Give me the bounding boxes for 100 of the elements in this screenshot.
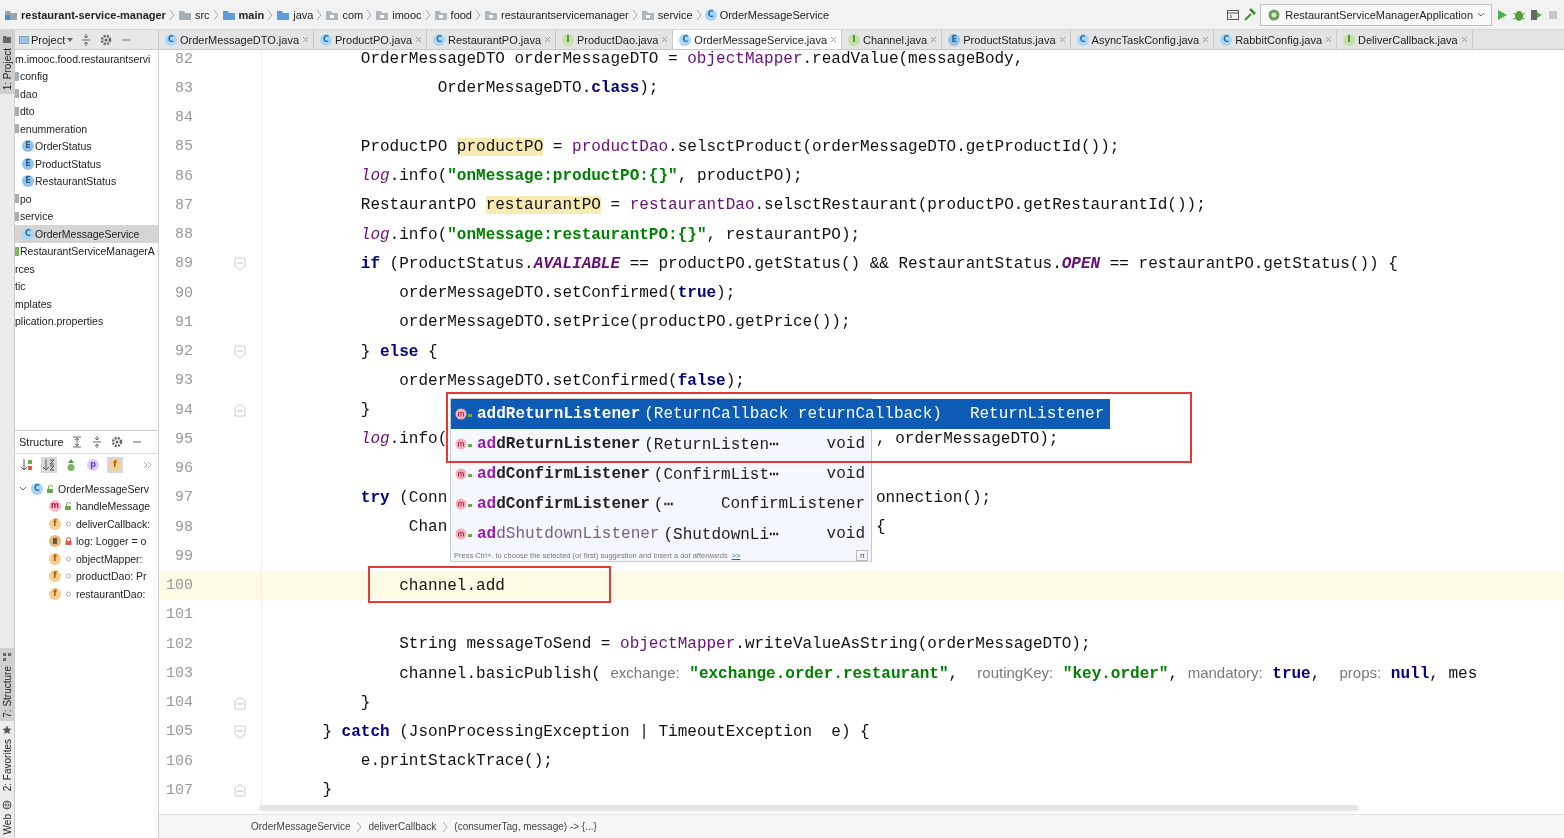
tool-window-tab[interactable]: 7: Structure — [0, 647, 14, 722]
breadcrumb-item[interactable]: restaurant-service-manager — [21, 8, 166, 21]
editor-tab[interactable]: C RabbitConfig.java — [1214, 30, 1337, 49]
structure-item[interactable]: f objectMapper: — [15, 550, 158, 568]
chevron-icon — [316, 8, 323, 21]
filter-toggle[interactable] — [19, 457, 35, 473]
tree-item[interactable]: po — [15, 190, 158, 208]
settings-icon[interactable] — [99, 32, 114, 47]
close-icon[interactable] — [302, 36, 309, 43]
structure-item[interactable]: C OrderMessageServ — [15, 480, 158, 498]
tree-item[interactable]: E RestaurantStatus — [15, 172, 158, 190]
editor-tab[interactable]: I DeliverCallback.java — [1337, 30, 1473, 49]
tree-item[interactable]: enummeration — [15, 120, 158, 138]
logger-icon — [49, 535, 61, 548]
fold-icon[interactable] — [233, 256, 247, 271]
fold-icon[interactable] — [233, 403, 247, 418]
class-icon: C — [22, 227, 34, 240]
structure-item[interactable]: f productDao: Pr — [15, 567, 158, 585]
breadcrumb-item[interactable]: imooc — [392, 8, 422, 21]
tree-item[interactable]: RestaurantServiceManagerA — [15, 242, 158, 260]
method-icon — [455, 528, 473, 540]
run-configuration-dropdown[interactable]: RestaurantServiceManagerApplication — [1260, 3, 1492, 26]
tree-item[interactable]: dao — [15, 85, 158, 103]
tree-item[interactable]: plication.properties — [15, 312, 158, 330]
more-icon[interactable] — [143, 461, 153, 469]
tree-item[interactable]: dto — [15, 102, 158, 120]
line-number: 86 — [174, 167, 193, 185]
tool-window-tab[interactable]: Web — [0, 795, 14, 838]
line-number: 90 — [174, 284, 193, 302]
breadcrumb-item[interactable]: service — [657, 8, 693, 21]
breadcrumb-item[interactable]: main — [238, 8, 265, 21]
tree-item[interactable]: E ProductStatus — [15, 155, 158, 173]
run-icon[interactable] — [1495, 7, 1509, 22]
close-icon[interactable] — [1460, 36, 1468, 43]
breadcrumb-item[interactable]: src — [194, 8, 210, 21]
editor-tab[interactable]: C ProductPO.java — [314, 30, 428, 49]
tool-window-tab[interactable]: 2: Favorites — [0, 721, 14, 796]
tree-item[interactable]: mplates — [15, 295, 158, 313]
filter-toggle[interactable]: f — [107, 457, 123, 473]
breadcrumb-item[interactable]: deliverCallback — [368, 821, 437, 832]
structure-icon — [2, 651, 12, 662]
breadcrumb-item[interactable]: (consumerTag, message) -> {...} — [454, 821, 597, 832]
hammer-icon[interactable] — [1243, 7, 1258, 22]
tree-item[interactable]: m.imooc.food.restaurantservi — [15, 50, 158, 68]
breadcrumb-item[interactable]: com — [342, 8, 364, 21]
code-line: } catch (JsonProcessingException | TimeoutException e) { — [321, 723, 870, 740]
completion-item[interactable]: addReturnListener (ReturnCallback returnCallback) ReturnListener — [451, 399, 1111, 429]
close-icon[interactable] — [930, 36, 938, 43]
editor-tab[interactable]: C AsyncTaskConfig.java — [1070, 30, 1215, 49]
class-icon: C — [433, 33, 446, 46]
completion-item[interactable]: addConfirmListener (⋯ ConfirmListener — [451, 489, 871, 519]
code-line: log.info("onMessage:restaurantPO:{}", restaurantPO); — [359, 226, 861, 243]
filter-toggle[interactable] — [41, 457, 57, 473]
fold-icon[interactable] — [233, 695, 247, 710]
structure-item[interactable]: f restaurantDao: — [15, 585, 158, 603]
tool-window-tab[interactable]: 1: Project — [0, 30, 14, 95]
tree-item[interactable]: E OrderStatus — [15, 137, 158, 155]
completion-item[interactable]: addReturnListener (ReturnListen⋯ void — [451, 429, 871, 459]
window-icon[interactable] — [1226, 7, 1241, 22]
settings-icon[interactable] — [109, 435, 124, 449]
fold-icon[interactable] — [233, 344, 247, 359]
code-line: orderMessageDTO.setConfirmed(true); — [398, 285, 736, 302]
editor-tab[interactable]: E ProductStatus.java — [942, 30, 1071, 49]
filter-toggle[interactable]: p — [85, 457, 101, 473]
tree-item[interactable]: service — [15, 207, 158, 225]
tree-item[interactable]: C OrderMessageService — [15, 225, 158, 243]
breadcrumb-item[interactable]: java — [293, 8, 314, 21]
line-number: 97 — [174, 489, 193, 507]
line-number: 88 — [174, 226, 193, 244]
close-icon[interactable] — [415, 36, 423, 43]
horizontal-scrollbar[interactable] — [259, 805, 1359, 811]
tree-item[interactable]: rces — [15, 260, 158, 278]
breadcrumb-item[interactable]: food — [450, 8, 472, 21]
pi-button[interactable]: π — [856, 549, 868, 561]
close-icon[interactable] — [1058, 36, 1066, 43]
close-icon[interactable] — [830, 36, 837, 43]
close-icon[interactable] — [1325, 36, 1332, 43]
editor-tab[interactable]: C OrderMessageService.java — [673, 30, 842, 49]
code-line: orderMessageDTO.setPrice(productPO.getPrice()); — [398, 314, 851, 331]
coverage-icon[interactable] — [1529, 7, 1543, 22]
breadcrumb-item[interactable]: OrderMessageService — [251, 821, 351, 832]
structure-item[interactable]: f deliverCallback: — [15, 515, 158, 533]
structure-item[interactable]: m handleMessage — [15, 497, 158, 515]
close-icon[interactable] — [1202, 36, 1210, 43]
fold-icon[interactable] — [233, 783, 247, 798]
completion-item[interactable]: addConfirmListener (ConfirmList⋯ void — [451, 459, 871, 489]
breadcrumb-item[interactable]: restaurantservicemanager — [501, 8, 629, 21]
completion-item[interactable]: addShutdownListener (ShutdownLi⋯ void — [451, 519, 871, 549]
line-number: 84 — [174, 109, 193, 127]
close-icon[interactable] — [661, 36, 669, 43]
tree-item[interactable]: config — [15, 67, 158, 85]
structure-item[interactable]: log: Logger = o — [15, 532, 158, 550]
close-icon[interactable] — [544, 36, 551, 43]
editor-tab[interactable]: C OrderMessageDTO.java — [159, 30, 314, 49]
line-number: 101 — [165, 606, 193, 624]
fold-icon[interactable] — [233, 724, 247, 739]
tree-item[interactable]: tic — [15, 277, 158, 295]
breadcrumb-item[interactable]: OrderMessageService — [719, 8, 830, 21]
editor-tab[interactable]: C RestaurantPO.java — [427, 30, 556, 49]
editor-tab[interactable]: I Channel.java — [842, 30, 943, 49]
